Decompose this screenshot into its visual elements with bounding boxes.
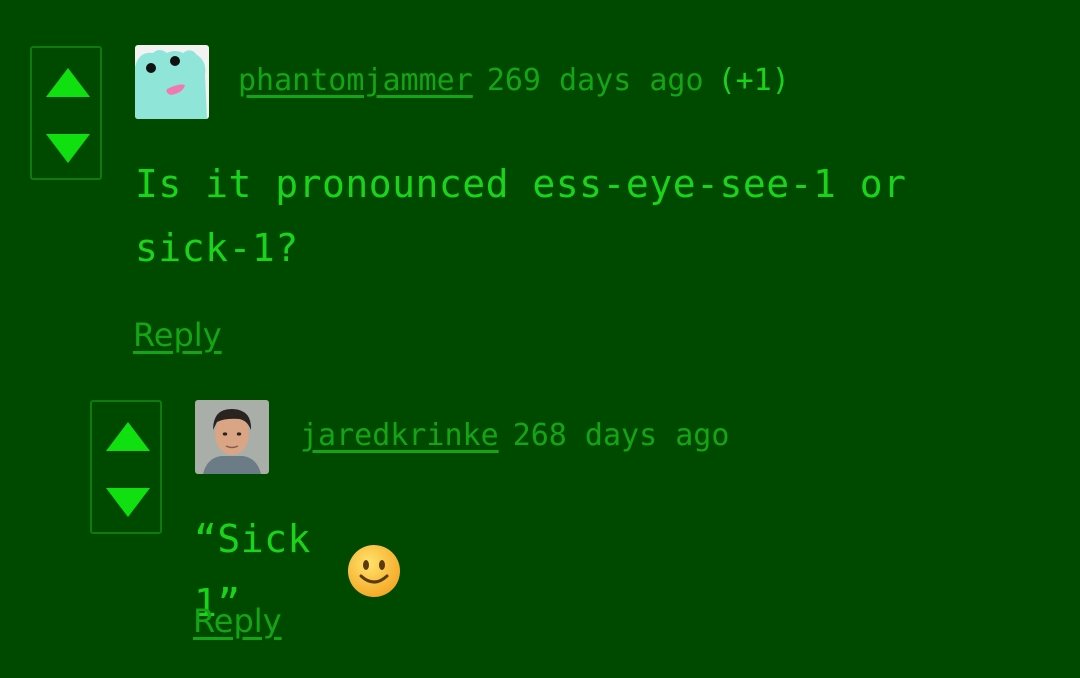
comment-age: 268 days ago — [512, 418, 730, 453]
downvote-arrow-icon[interactable] — [106, 488, 150, 517]
comment-body-line: sick-1? — [135, 226, 299, 270]
comment-meta: jaredkrinke 268 days ago — [300, 418, 729, 453]
downvote-arrow-icon[interactable] — [46, 134, 90, 163]
username-link[interactable]: phantomjammer — [238, 63, 473, 98]
reply-link[interactable]: Reply — [193, 602, 282, 640]
comment-body-line: Is it pronounced ess-eye-see-1 or — [135, 162, 907, 206]
frog-avatar-icon[interactable] — [135, 45, 209, 119]
reply-link[interactable]: Reply — [133, 316, 222, 354]
username-link[interactable]: jaredkrinke — [300, 418, 499, 453]
comment-meta: phantomjammer 269 days ago (+1) — [238, 63, 790, 98]
upvote-arrow-icon[interactable] — [46, 68, 90, 97]
vote-box — [30, 46, 102, 180]
comment-body: Is it pronounced ess-eye-see-1 or sick-1… — [135, 152, 1035, 280]
vote-box — [90, 400, 162, 534]
comment-score: (+1) — [717, 63, 790, 98]
smiling-face-icon — [347, 544, 401, 598]
comment-age: 269 days ago — [486, 63, 704, 98]
upvote-arrow-icon[interactable] — [106, 422, 150, 451]
person-photo-avatar-icon[interactable] — [195, 400, 269, 474]
